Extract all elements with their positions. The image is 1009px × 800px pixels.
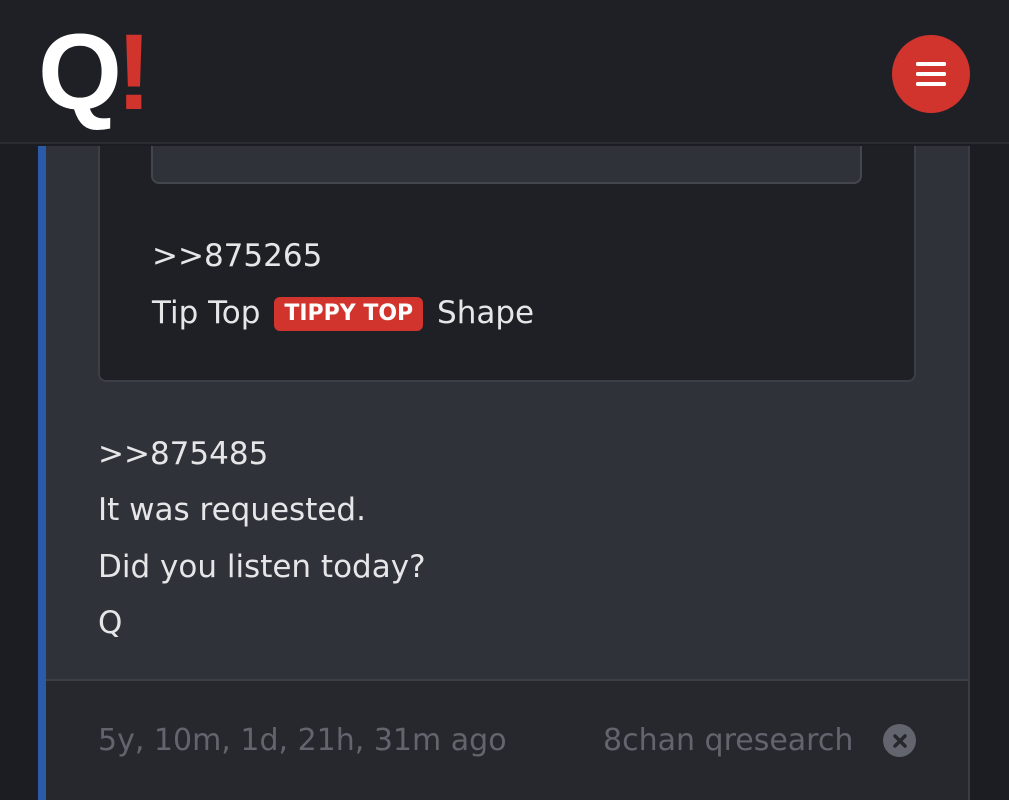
nested-quote-box [151,146,862,184]
dismiss-button[interactable] [883,724,916,757]
logo-exclamation: ! [116,11,152,132]
quoted-text-start: Tip Top [152,295,261,331]
post-age: 5y, 10m, 1d, 21h, 31m ago [98,723,507,758]
app-header: Q! [0,0,1009,144]
post-line-1: It was requested. [98,492,366,528]
hamburger-menu-icon [916,62,946,86]
post-source[interactable]: 8chan qresearch [603,721,853,761]
quoted-text-end: Shape [437,295,535,331]
post-reference[interactable]: >>875485 [98,434,268,474]
quoted-post-reference[interactable]: >>875265 [152,236,322,276]
logo-letter: Q [38,11,122,132]
q-logo[interactable]: Q! [38,11,152,132]
post-signature: Q [98,605,123,641]
quoted-post-text: Tip Top TIPPY TOP Shape [152,293,534,333]
post-line-2: Did you listen today? [98,549,426,585]
menu-button[interactable] [892,35,970,113]
close-circle-icon [892,733,907,748]
tippy-top-badge: TIPPY TOP [274,297,424,331]
